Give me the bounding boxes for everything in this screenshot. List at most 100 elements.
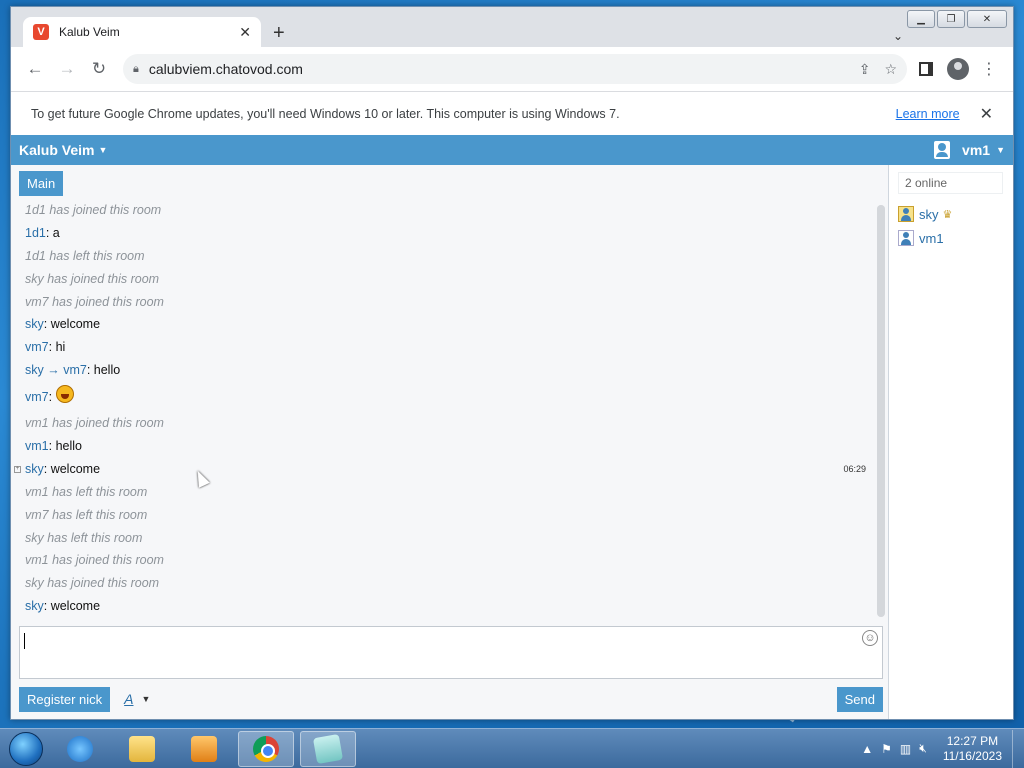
- font-style-button[interactable]: A: [124, 691, 133, 707]
- chat-message: vm1: hello: [25, 435, 870, 458]
- message-text: : welcome: [43, 461, 101, 476]
- profile-avatar-icon[interactable]: [947, 58, 969, 80]
- message-nick[interactable]: vm1: [25, 439, 49, 453]
- forward-button[interactable]: →: [53, 55, 81, 83]
- infobar-message: To get future Google Chrome updates, you…: [31, 106, 620, 121]
- send-button[interactable]: Send: [836, 686, 883, 712]
- bookmark-star-icon[interactable]: ☆: [884, 61, 897, 78]
- user-list-item[interactable]: vm1: [898, 226, 1013, 250]
- new-tab-button[interactable]: +: [273, 23, 285, 43]
- system-message-text: 1d1 has joined this room: [25, 203, 162, 217]
- system-message: vm1 has joined this room: [25, 549, 870, 572]
- close-window-button[interactable]: ✕: [967, 10, 1007, 28]
- browser-tab[interactable]: V Kalub Veim ✕: [23, 17, 261, 47]
- browser-toolbar: ← → ↻ 🔒︎ calubviem.chatovod.com ⇪ ☆ ⋮: [11, 47, 1013, 91]
- system-message-text: 1d1 has left this room: [25, 248, 145, 263]
- message-input[interactable]: ☺: [19, 626, 883, 679]
- room-tab-main[interactable]: Main: [19, 171, 64, 196]
- taskbar-ie[interactable]: [52, 731, 108, 767]
- infobar-close-icon[interactable]: ✕: [980, 104, 993, 124]
- message-nick[interactable]: sky: [25, 363, 44, 377]
- message-text: : welcome: [43, 317, 101, 332]
- message-nick[interactable]: sky: [25, 462, 44, 476]
- share-icon[interactable]: ⇪: [859, 61, 871, 78]
- scrollbar-thumb[interactable]: [877, 205, 885, 617]
- user-list: sky ♛ vm1: [890, 202, 1013, 250]
- system-message: vm1 has joined this room: [25, 412, 870, 435]
- address-bar[interactable]: 🔒︎ calubviem.chatovod.com ⇪ ☆: [123, 54, 907, 84]
- user-menu-caret-icon[interactable]: ▼: [996, 145, 1005, 155]
- network-icon[interactable]: ▥: [900, 742, 911, 756]
- message-nick[interactable]: vm7: [25, 340, 49, 354]
- system-message-text: sky has left this room: [25, 530, 143, 545]
- online-users-sidebar: 2 online sky ♛ vm1: [890, 165, 1013, 719]
- reload-button[interactable]: ↻: [85, 55, 113, 83]
- system-message-text: vm1 has joined this room: [25, 416, 164, 431]
- favicon-icon: V: [33, 24, 49, 40]
- message-nick[interactable]: sky: [25, 317, 44, 331]
- system-message: 1d1 has joined this room: [25, 199, 870, 222]
- system-message: sky has joined this room: [25, 572, 870, 595]
- user-name[interactable]: vm1: [919, 231, 944, 246]
- register-nick-button[interactable]: Register nick: [19, 686, 111, 712]
- system-message-text: sky has joined this room: [25, 576, 160, 591]
- tab-close-icon[interactable]: ✕: [239, 24, 251, 41]
- system-message-text: vm7 has left this room: [25, 507, 148, 522]
- chat-message: vm7:: [25, 382, 870, 412]
- clock[interactable]: 12:27 PM 11/16/2023: [943, 734, 1002, 764]
- username-label[interactable]: vm1: [962, 142, 990, 158]
- taskbar: ▲ ⚑ ▥ 🔇︎ 12:27 PM 11/16/2023: [0, 728, 1024, 768]
- taskbar-explorer[interactable]: [114, 731, 170, 767]
- maximize-button[interactable]: ❐: [937, 10, 965, 28]
- message-nick[interactable]: 1d1: [25, 226, 46, 240]
- url-text[interactable]: calubviem.chatovod.com: [149, 61, 845, 77]
- message-scrollbar[interactable]: [877, 205, 885, 617]
- tray-expand-icon[interactable]: ▲: [861, 742, 873, 756]
- online-count: 2 online: [898, 172, 1003, 194]
- message-expand-icon[interactable]: +: [14, 465, 21, 473]
- notepad-icon: [312, 733, 344, 764]
- volume-muted-icon[interactable]: 🔇︎: [919, 741, 927, 756]
- font-caret-icon[interactable]: ▼: [141, 694, 150, 704]
- show-desktop-button[interactable]: [1012, 729, 1024, 768]
- system-message-text: sky has joined this room: [25, 271, 160, 286]
- back-button[interactable]: ←: [21, 55, 49, 83]
- site-name-menu[interactable]: Kalub Veim: [19, 142, 94, 158]
- message-text: : hi: [48, 340, 66, 355]
- action-center-flag-icon[interactable]: ⚑: [881, 742, 892, 756]
- message-recipient-nick[interactable]: vm7: [63, 363, 87, 377]
- minimize-button[interactable]: ▁: [907, 10, 935, 28]
- user-name[interactable]: sky: [919, 207, 939, 222]
- chat-message: 1d1: a: [25, 222, 870, 245]
- site-menu-caret-icon[interactable]: ▼: [98, 145, 107, 155]
- system-message: vm7 has joined this room: [25, 291, 870, 314]
- system-message: vm1 has left this room: [25, 481, 870, 504]
- chat-message: sky: welcome +06:29: [14, 458, 870, 481]
- taskbar-chrome[interactable]: [238, 730, 294, 767]
- menu-kebab-icon[interactable]: ⋮: [975, 59, 1003, 79]
- tab-search-chevron-icon[interactable]: ⌄: [893, 29, 903, 43]
- chat-app: Kalub Veim ▼ vm1 ▼ Main 1d1 has joined t…: [11, 135, 1013, 719]
- user-list-item[interactable]: sky ♛: [898, 202, 1013, 226]
- text-cursor: [24, 633, 25, 649]
- lock-icon[interactable]: 🔒︎: [133, 63, 139, 76]
- chat-header: Kalub Veim ▼ vm1 ▼: [11, 135, 1013, 165]
- laughing-smiley-icon: [56, 385, 75, 404]
- emoji-smiley-icon[interactable]: ☺: [862, 630, 878, 646]
- chat-message: sky → vm7: hello: [25, 359, 870, 382]
- side-panel-icon[interactable]: [919, 62, 933, 76]
- message-list: 1d1 has joined this room 1d1: a 1d1 has le…: [14, 199, 870, 619]
- learn-more-link[interactable]: Learn more: [896, 107, 960, 121]
- media-player-icon: [191, 735, 217, 762]
- message-text: : welcome: [43, 599, 101, 614]
- user-avatar-icon: [898, 230, 914, 246]
- message-nick[interactable]: sky: [25, 599, 44, 613]
- windows-orb-icon: [9, 731, 43, 766]
- system-message: vm7 has left this room: [25, 504, 870, 527]
- start-button[interactable]: [6, 730, 46, 768]
- taskbar-media-player[interactable]: [176, 731, 232, 767]
- message-nick[interactable]: vm7: [25, 390, 49, 404]
- user-menu[interactable]: vm1 ▼: [934, 141, 1005, 159]
- window-controls: ▁ ❐ ✕: [907, 10, 1007, 28]
- taskbar-notepad[interactable]: [300, 730, 356, 767]
